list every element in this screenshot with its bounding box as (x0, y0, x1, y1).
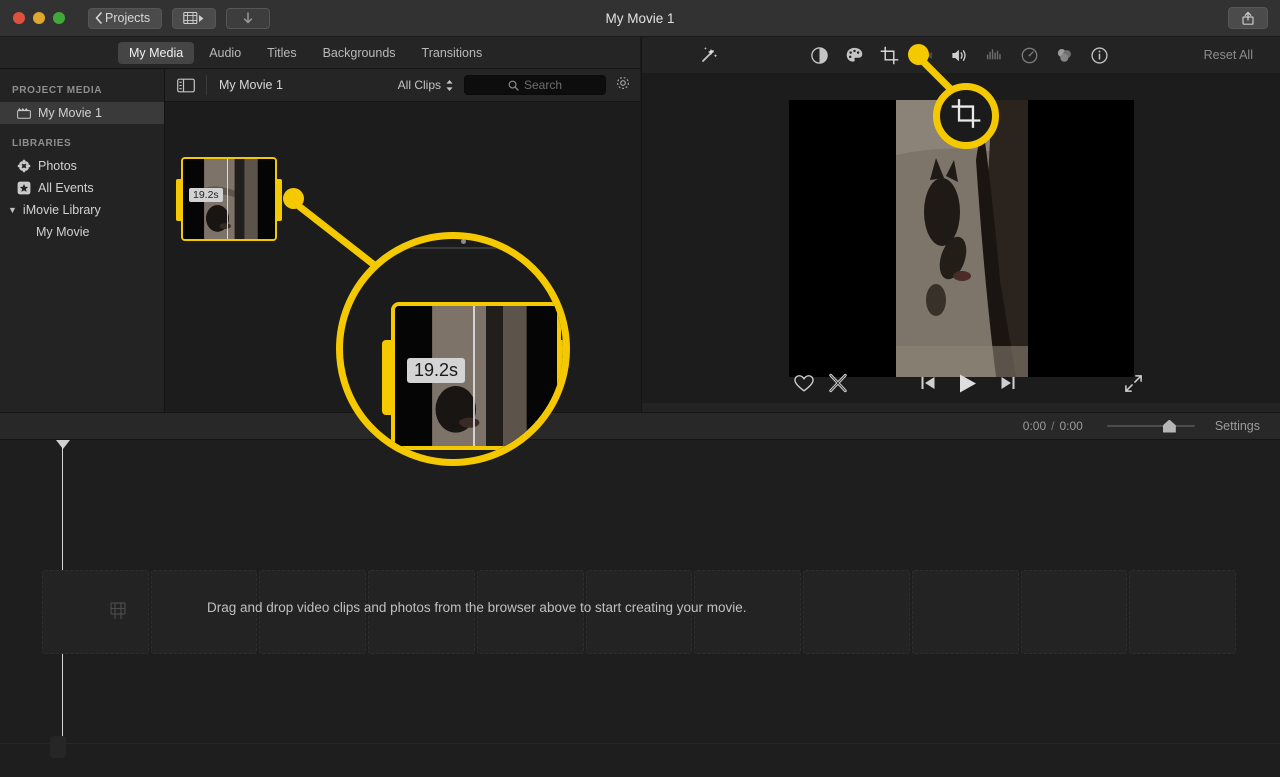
timeline-placeholder-cell (1021, 570, 1128, 654)
skip-back-icon[interactable] (920, 375, 936, 391)
disclosure-triangle-icon[interactable]: ▼ (8, 205, 17, 215)
zoom-slider-track (1107, 425, 1195, 427)
tab-audio[interactable]: Audio (198, 42, 252, 64)
browser-toolbar: My Movie 1 All Clips Search (165, 69, 640, 102)
reject-x-icon[interactable] (828, 373, 848, 393)
library-sidebar: PROJECT MEDIA My Movie 1 LIBRARIES (0, 69, 165, 412)
share-icon (1241, 11, 1255, 26)
sidebar-item-label: iMovie Library (23, 203, 101, 217)
zoom-slider-thumb[interactable] (1163, 420, 1176, 433)
timeline-empty-hint: Drag and drop video clips and photos fro… (207, 600, 747, 615)
media-browser-icon (183, 11, 205, 26)
timeline-area[interactable]: Drag and drop video clips and photos fro… (0, 440, 1280, 777)
clip-filter-icon[interactable] (1051, 42, 1077, 68)
timeline-total-time: 0:00 (1059, 419, 1082, 433)
clip-playhead (227, 159, 228, 239)
toolbar-divider (206, 75, 207, 95)
filmstrip-icon (110, 600, 130, 625)
import-media-button[interactable] (226, 8, 270, 29)
viewer-pane: Reset All (641, 37, 1280, 412)
clip-frame: 19.2s (181, 157, 277, 241)
timeline-settings-button[interactable]: Settings (1215, 419, 1260, 433)
gear-icon[interactable] (615, 75, 631, 96)
minimize-window-button[interactable] (33, 12, 45, 24)
stabilization-icon[interactable] (911, 42, 937, 68)
crop-icon[interactable] (876, 42, 902, 68)
back-button-label: Projects (105, 11, 150, 25)
search-placeholder: Search (524, 78, 562, 92)
timeline-placeholder-cell (42, 570, 149, 654)
color-correction-icon[interactable] (841, 42, 867, 68)
clip-filter-label: All Clips (398, 78, 441, 92)
chevron-updown-icon (445, 79, 454, 92)
sidebar-item-my-movie-1[interactable]: My Movie 1 (0, 102, 164, 124)
tab-titles[interactable]: Titles (256, 42, 307, 64)
media-clip-thumbnail[interactable]: 19.2s (181, 157, 277, 241)
fullscreen-icon[interactable] (1124, 374, 1143, 393)
viewer-adjustments-toolbar: Reset All (642, 37, 1280, 73)
play-icon[interactable] (958, 373, 978, 394)
browser-title: My Movie 1 (219, 78, 283, 92)
clip-filter-dropdown[interactable]: All Clips (398, 78, 454, 92)
tab-transitions[interactable]: Transitions (411, 42, 494, 64)
favorite-heart-icon[interactable] (794, 374, 814, 393)
video-frame-inner (896, 100, 1028, 377)
viewer-playback-controls (642, 363, 1280, 403)
download-arrow-icon (241, 11, 255, 26)
sidebar-item-label: Photos (38, 159, 77, 173)
speed-icon[interactable] (1016, 42, 1042, 68)
tab-backgrounds[interactable]: Backgrounds (312, 42, 407, 64)
sidebar-item-label: My Movie 1 (38, 106, 102, 120)
star-icon (16, 181, 31, 196)
timeline-placeholder-cell (1129, 570, 1236, 654)
zoom-window-button[interactable] (53, 12, 65, 24)
sidebar-item-label: All Events (38, 181, 94, 195)
timeline-time-separator: / (1051, 419, 1054, 433)
timeline-zoom-slider[interactable] (1107, 419, 1195, 433)
close-window-button[interactable] (13, 12, 25, 24)
timeline-toolbar: 0:00 / 0:00 Settings (0, 412, 1280, 440)
viewer-stage (642, 73, 1280, 403)
sidebar-item-label: My Movie (36, 225, 89, 239)
chevron-left-icon (95, 12, 102, 24)
media-browser-button[interactable] (172, 8, 216, 29)
search-icon (508, 80, 519, 91)
title-bar: Projects My Movie 1 (0, 0, 1280, 37)
enhance-magic-wand-icon[interactable] (696, 42, 722, 68)
media-browser-area[interactable]: 19.2s (165, 102, 640, 412)
share-button[interactable] (1228, 7, 1268, 29)
search-input[interactable]: Search (464, 75, 606, 95)
timeline-current-time: 0:00 (1023, 419, 1046, 433)
timeline-placeholder-cell (803, 570, 910, 654)
media-tab-bar: My Media Audio Titles Backgrounds Transi… (0, 37, 640, 69)
timeline-bottom-divider (0, 743, 1280, 744)
sidebar-header-libraries: LIBRARIES (0, 132, 164, 155)
volume-icon[interactable] (946, 42, 972, 68)
sidebar-item-imovie-library[interactable]: ▼ iMovie Library (0, 199, 164, 221)
sidebar-item-my-movie[interactable]: My Movie (0, 221, 164, 243)
skip-forward-icon[interactable] (1000, 375, 1016, 391)
sidebar-item-photos[interactable]: Photos (0, 155, 164, 177)
timeline-playhead-handle[interactable] (56, 440, 70, 449)
video-preview-image (896, 100, 1028, 377)
photos-icon (16, 159, 31, 174)
color-balance-icon[interactable] (806, 42, 832, 68)
library-pane: My Media Audio Titles Backgrounds Transi… (0, 37, 640, 412)
adjustment-icon-group (806, 42, 1112, 68)
noise-reduction-icon[interactable] (981, 42, 1007, 68)
timeline-scroll-marker (50, 736, 66, 758)
timeline-placeholder-cell (912, 570, 1019, 654)
info-icon[interactable] (1086, 42, 1112, 68)
reset-all-button[interactable]: Reset All (1204, 48, 1253, 62)
back-to-projects-button[interactable]: Projects (88, 8, 162, 29)
clip-duration-badge: 19.2s (189, 188, 223, 202)
sidebar-item-all-events[interactable]: All Events (0, 177, 164, 199)
sidebar-header-project-media: PROJECT MEDIA (0, 79, 164, 102)
imovie-window: Projects My Movie 1 (0, 0, 1280, 777)
clapperboard-icon (16, 106, 31, 121)
sidebar-toggle-icon[interactable] (177, 78, 195, 93)
window-traffic-lights (13, 12, 65, 24)
video-preview[interactable] (789, 100, 1134, 377)
tab-my-media[interactable]: My Media (118, 42, 194, 64)
